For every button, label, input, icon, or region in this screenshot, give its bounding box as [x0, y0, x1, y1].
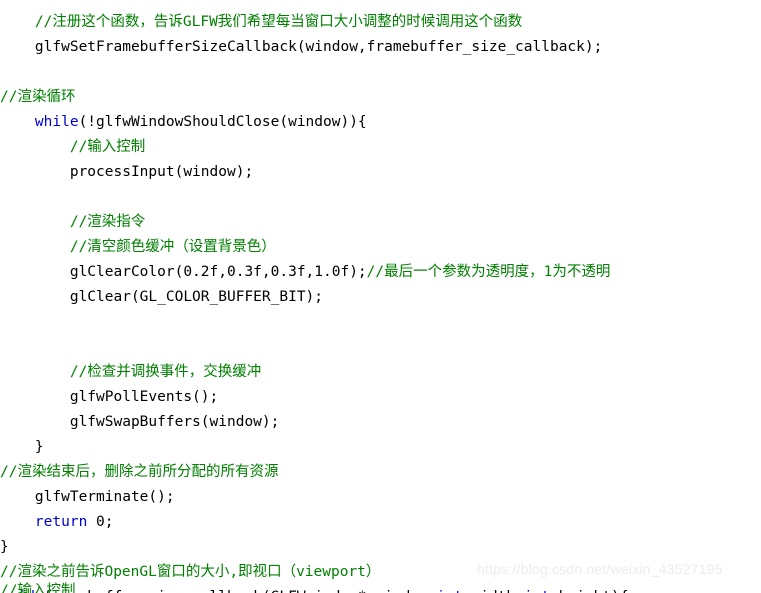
- code-line-15: glfwPollEvents();: [0, 385, 761, 410]
- code-token-plain: glfwPollEvents();: [69, 389, 219, 405]
- code-line-19: glfwTerminate();: [0, 485, 761, 510]
- code-token-comment: //注册这个函数，告诉GLFW我们希望每当窗口大小调整的时候调用这个函数: [34, 14, 523, 30]
- code-line-5: //输入控制: [0, 135, 761, 160]
- code-token-comment: //渲染结束后，删除之前所分配的所有资源: [0, 464, 279, 480]
- clipped-code-line: //输入控制: [0, 582, 761, 593]
- code-line-6: processInput(window);: [0, 160, 761, 185]
- code-token-comment: //最后一个参数为透明度，1为不透明: [366, 264, 611, 280]
- code-token-comment: //清空颜色缓冲（设置背景色）: [69, 239, 276, 255]
- code-line-9: //清空颜色缓冲（设置背景色）: [0, 235, 761, 260]
- code-line-0: //注册这个函数，告诉GLFW我们希望每当窗口大小调整的时候调用这个函数: [0, 10, 761, 35]
- code-token-plain: }: [34, 439, 44, 455]
- code-line-3: //渲染循环: [0, 85, 761, 110]
- code-token-plain: processInput(window);: [69, 164, 254, 180]
- code-line-clipped: //输入控制: [0, 582, 761, 593]
- code-token-plain: 0;: [87, 514, 114, 530]
- code-line-20: return 0;: [0, 510, 761, 535]
- code-line-17: }: [0, 435, 761, 460]
- code-token-keyword: while: [34, 114, 79, 130]
- code-token-plain: glfwSwapBuffers(window);: [69, 414, 280, 430]
- clipped-code-line-row: //输入控制: [0, 582, 761, 593]
- code-line-18: //渲染结束后，删除之前所分配的所有资源: [0, 460, 761, 485]
- code-token-plain: glfwSetFramebufferSizeCallback(window,fr…: [34, 39, 603, 55]
- code-token-plain: glClearColor(0.2f,0.3f,0.3f,1.0f);: [69, 264, 367, 280]
- code-token-comment: //输入控制: [0, 583, 76, 593]
- code-line-11: glClear(GL_COLOR_BUFFER_BIT);: [0, 285, 761, 310]
- code-screenshot: //注册这个函数，告诉GLFW我们希望每当窗口大小调整的时候调用这个函数 glf…: [0, 0, 761, 593]
- code-token-keyword: return: [34, 514, 88, 530]
- code-token-comment: //渲染指令: [69, 214, 146, 230]
- code-line-8: //渲染指令: [0, 210, 761, 235]
- code-token-plain: (!glfwWindowShouldClose(window)){: [78, 114, 367, 130]
- code-token-comment: //渲染循环: [0, 89, 76, 105]
- code-line-10: glClearColor(0.2f,0.3f,0.3f,1.0f);//最后一个…: [0, 260, 761, 285]
- code-token-plain: glfwTerminate();: [34, 489, 175, 505]
- code-line-16: glfwSwapBuffers(window);: [0, 410, 761, 435]
- code-token-comment: //输入控制: [69, 139, 146, 155]
- code-line-1: glfwSetFramebufferSizeCallback(window,fr…: [0, 35, 761, 60]
- code-line-4: while(!glfwWindowShouldClose(window)){: [0, 110, 761, 135]
- code-line-21: }: [0, 535, 761, 560]
- code-token-plain: }: [0, 539, 9, 555]
- code-line-14: //检查并调换事件，交换缓冲: [0, 360, 761, 385]
- csdn-watermark: https://blog.csdn.net/weixin_43527195: [477, 561, 723, 577]
- code-block[interactable]: //注册这个函数，告诉GLFW我们希望每当窗口大小调整的时候调用这个函数 glf…: [0, 0, 761, 593]
- code-token-plain: glClear(GL_COLOR_BUFFER_BIT);: [69, 289, 324, 305]
- code-token-comment: //渲染之前告诉OpenGL窗口的大小,即视口（viewport）: [0, 564, 381, 580]
- code-token-comment: //检查并调换事件，交换缓冲: [69, 364, 262, 380]
